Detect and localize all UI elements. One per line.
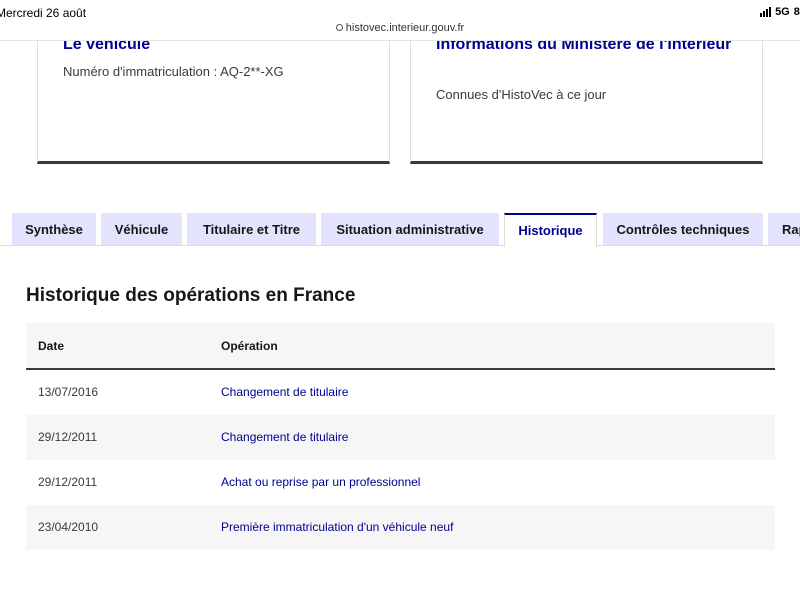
vehicle-card-title[interactable]: Le véhicule (63, 41, 150, 56)
tab-synthese[interactable]: Synthèse (12, 213, 96, 246)
row-date: 23/04/2010 (38, 520, 99, 534)
row-date: 13/07/2016 (38, 385, 99, 399)
vehicle-card-description: Numéro d'immatriculation : AQ-2**-XG (63, 64, 284, 79)
tab-list: Synthèse Véhicule Titulaire et Titre Sit… (0, 213, 800, 247)
tab-vehicule[interactable]: Véhicule (101, 213, 182, 246)
history-section-title: Historique des opérations en France (26, 285, 356, 306)
row-operation-link[interactable]: Première immatriculation d'un véhicule n… (221, 505, 453, 550)
battery-level: 84 (793, 6, 800, 18)
url-text: histovec.interieur.gouv.fr (345, 22, 465, 34)
table-row: 29/12/2011 Achat ou reprise par un profe… (26, 460, 775, 505)
row-operation-link[interactable]: Changement de titulaire (221, 415, 348, 460)
column-header-date: Date (38, 339, 65, 353)
row-operation-link[interactable]: Changement de titulaire (221, 370, 348, 415)
tab-titulaire-et-titre[interactable]: Titulaire et Titre (187, 213, 316, 246)
table-row: 13/07/2016 Changement de titulaire (26, 370, 775, 415)
network-type: 5G (775, 6, 790, 18)
tab-rapport[interactable]: Rapport (768, 213, 800, 246)
status-indicators: 5G 84 (760, 6, 800, 18)
table-row: 29/12/2011 Changement de titulaire (26, 415, 775, 460)
signal-icon (760, 7, 772, 17)
row-date: 29/12/2011 (38, 430, 98, 444)
ministry-card[interactable]: Informations du Ministère de l'Intérieur… (410, 41, 763, 164)
ministry-card-title[interactable]: Informations du Ministère de l'Intérieur (436, 41, 746, 56)
tab-controles-techniques[interactable]: Contrôles techniques (603, 213, 763, 246)
row-operation-link[interactable]: Achat ou reprise par un professionnel (221, 460, 420, 505)
status-time: Mercredi 26 août (0, 6, 87, 20)
tab-situation-administrative[interactable]: Situation administrative (321, 213, 499, 246)
ministry-card-description: Connues d'HistoVec à ce jour (436, 87, 607, 102)
table-header: Date Opération (26, 323, 775, 370)
history-table: Date Opération 13/07/2016 Changement de … (26, 323, 775, 550)
lock-icon (335, 24, 343, 31)
tab-historique[interactable]: Historique (504, 213, 597, 247)
column-header-operation: Opération (221, 339, 278, 353)
table-row: 23/04/2010 Première immatriculation d'un… (26, 505, 775, 550)
vehicle-card[interactable]: Le véhicule Numéro d'immatriculation : A… (37, 41, 390, 164)
row-date: 29/12/2011 (38, 475, 98, 489)
address-bar[interactable]: histovec.interieur.gouv.fr (0, 22, 800, 34)
